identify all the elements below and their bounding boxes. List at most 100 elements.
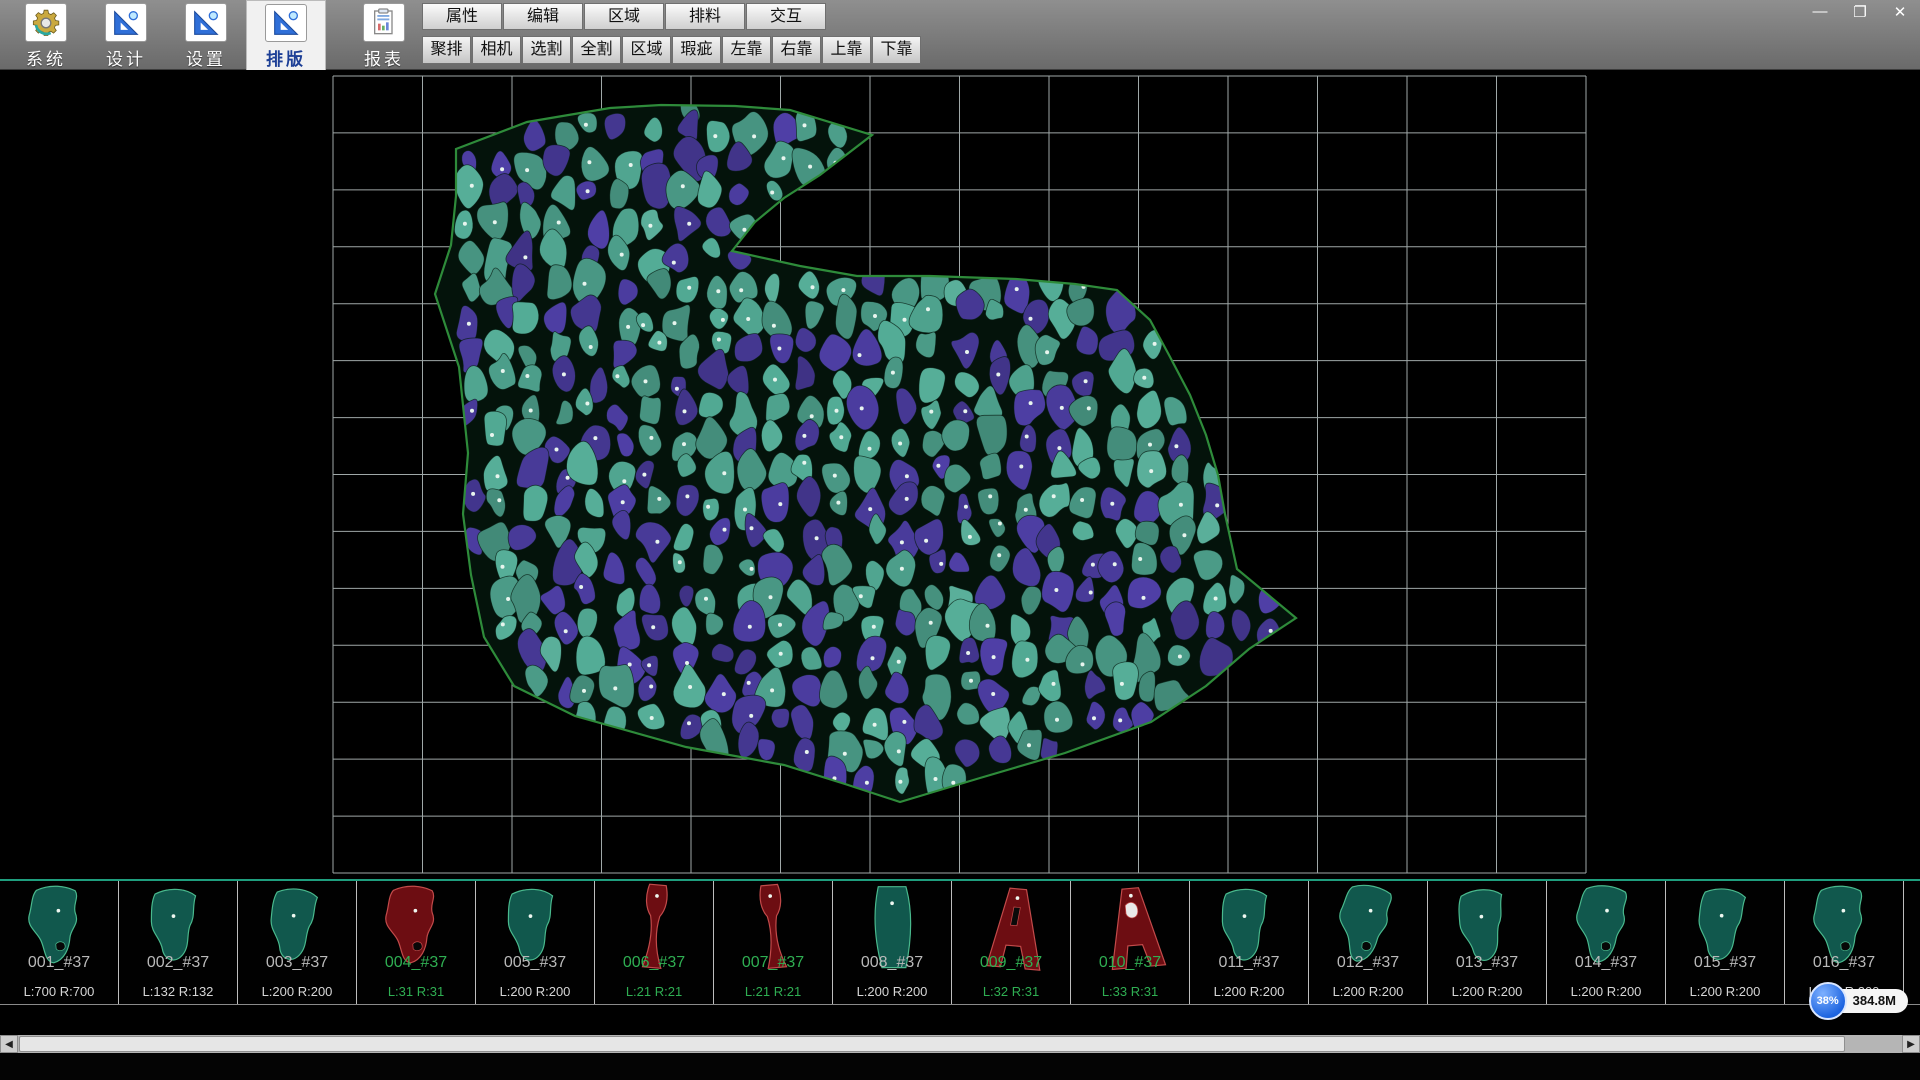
piece-shape: [1319, 883, 1419, 975]
tool-button-align-left[interactable]: 左靠: [722, 36, 771, 64]
piece-thumbnail-005[interactable]: 005_#37 L:200 R:200: [476, 881, 595, 1004]
tool-button-select-cut[interactable]: 选割: [522, 36, 571, 64]
piece-lr-count: L:21 R:21: [714, 984, 832, 999]
piece-shape: [1081, 883, 1181, 975]
strip-gap: [0, 1006, 1920, 1035]
piece-thumbnail-009[interactable]: 009_#37 L:32 R:31: [952, 881, 1071, 1004]
piece-shape: [605, 883, 705, 975]
scroll-right-arrow-icon[interactable]: ▶: [1902, 1035, 1920, 1053]
menu-tab-edit[interactable]: 编辑: [503, 3, 583, 30]
piece-shape: [10, 883, 110, 975]
progress-value: 38%: [1817, 995, 1839, 1007]
piece-shape: [843, 883, 943, 975]
piece-lr-count: L:32 R:31: [952, 984, 1070, 999]
menu-tab-interaction[interactable]: 交互: [746, 3, 826, 30]
piece-thumbnail-013[interactable]: 013_#37 L:200 R:200: [1428, 881, 1547, 1004]
tool-button-align-right[interactable]: 右靠: [772, 36, 821, 64]
piece-lr-count: L:31 R:31: [357, 984, 475, 999]
piece-thumbnail-010[interactable]: 010_#37 L:33 R:31: [1071, 881, 1190, 1004]
tool-button-label: 聚排: [430, 41, 462, 58]
menu-tab-label: 交互: [770, 8, 802, 25]
mode-label: 设置: [186, 45, 226, 70]
tool-button-defect[interactable]: 瑕疵: [672, 36, 721, 64]
piece-shape: [1557, 883, 1657, 975]
menu-tab-bar: 属性 编辑 区域 排料 交互: [422, 0, 922, 32]
tool-button-label: 下靠: [880, 41, 912, 58]
piece-lr-count: L:200 R:200: [1547, 984, 1665, 999]
tool-button-cut-all[interactable]: 全割: [572, 36, 621, 64]
piece-strip: 001_#37 L:700 R:700 002_#37 L:132 R:132 …: [0, 879, 1920, 1005]
nesting-canvas[interactable]: [0, 70, 1920, 879]
piece-thumbnail-014[interactable]: 014_#37 L:200 R:200: [1547, 881, 1666, 1004]
menu-tab-label: 编辑: [527, 8, 559, 25]
horizontal-scrollbar[interactable]: ◀ ▶: [0, 1035, 1920, 1053]
menu-tab-label: 属性: [446, 8, 478, 25]
mode-button-system[interactable]: 系统: [6, 0, 86, 70]
menu-tab-region[interactable]: 区域: [584, 3, 664, 30]
tool-button-label: 区域: [630, 41, 662, 58]
status-badge: 38% 384.8M: [1809, 982, 1908, 1020]
piece-thumbnail-011[interactable]: 011_#37 L:200 R:200: [1190, 881, 1309, 1004]
piece-thumbnail-002[interactable]: 002_#37 L:132 R:132: [119, 881, 238, 1004]
mode-button-design[interactable]: 设计: [86, 0, 166, 70]
tool-button-label: 全割: [580, 41, 612, 58]
piece-thumbnail-003[interactable]: 003_#37 L:200 R:200: [238, 881, 357, 1004]
tool-button-align-top[interactable]: 上靠: [822, 36, 871, 64]
tool-button-align-bottom[interactable]: 下靠: [872, 36, 921, 64]
scrollbar-thumb[interactable]: [19, 1036, 1845, 1052]
piece-lr-count: L:200 R:200: [1190, 984, 1308, 999]
piece-lr-count: L:200 R:200: [1309, 984, 1427, 999]
ruler-icon: [105, 3, 147, 42]
menu-tab-label: 排料: [689, 8, 721, 25]
piece-shape: [367, 883, 467, 975]
tool-button-label: 左靠: [730, 41, 762, 58]
tool-button-camera[interactable]: 相机: [472, 36, 521, 64]
tool-button-label: 上靠: [830, 41, 862, 58]
menu-tab-nesting[interactable]: 排料: [665, 3, 745, 30]
piece-thumbnail-015[interactable]: 015_#37 L:200 R:200: [1666, 881, 1785, 1004]
scroll-left-arrow-icon[interactable]: ◀: [0, 1035, 18, 1053]
mode-label: 排版: [266, 45, 306, 70]
window-controls: — ❐ ✕: [1810, 3, 1910, 21]
tool-button-cluster-nest[interactable]: 聚排: [422, 36, 471, 64]
piece-shape: [129, 883, 229, 975]
tool-button-label: 选割: [530, 41, 562, 58]
piece-shape: [962, 883, 1062, 975]
piece-shape: [724, 883, 824, 975]
minimize-button[interactable]: —: [1810, 3, 1830, 21]
piece-shape: [1795, 883, 1895, 975]
piece-thumbnail-012[interactable]: 012_#37 L:200 R:200: [1309, 881, 1428, 1004]
menu-tab-properties[interactable]: 属性: [422, 3, 502, 30]
piece-lr-count: L:200 R:200: [1428, 984, 1546, 999]
piece-lr-count: L:700 R:700: [0, 984, 118, 999]
piece-lr-count: L:200 R:200: [238, 984, 356, 999]
main-toolbar: 系统 设计 设置 排版 报表 属性: [0, 0, 1920, 70]
gear-icon: [25, 3, 67, 42]
ruler-icon: [265, 4, 307, 42]
piece-lr-count: L:132 R:132: [119, 984, 237, 999]
piece-lr-count: L:200 R:200: [833, 984, 951, 999]
piece-thumbnail-006[interactable]: 006_#37 L:21 R:21: [595, 881, 714, 1004]
piece-thumbnail-001[interactable]: 001_#37 L:700 R:700: [0, 881, 119, 1004]
tool-button-label: 瑕疵: [680, 41, 712, 58]
mode-button-report[interactable]: 报表: [344, 0, 424, 70]
piece-thumbnail-007[interactable]: 007_#37 L:21 R:21: [714, 881, 833, 1004]
piece-lr-count: L:21 R:21: [595, 984, 713, 999]
ruler-icon: [185, 3, 227, 42]
piece-lr-count: L:33 R:31: [1071, 984, 1189, 999]
maximize-button[interactable]: ❐: [1850, 3, 1870, 21]
mode-button-layout[interactable]: 排版: [246, 0, 326, 70]
close-button[interactable]: ✕: [1890, 3, 1910, 21]
app-window: 系统 设计 设置 排版 报表 属性: [0, 0, 1920, 1080]
mode-label: 报表: [364, 45, 404, 70]
nesting-canvas-area: [0, 70, 1920, 879]
piece-thumbnail-004[interactable]: 004_#37 L:31 R:31: [357, 881, 476, 1004]
mode-label: 系统: [26, 45, 66, 70]
progress-badge: 38%: [1809, 982, 1847, 1020]
mode-button-settings[interactable]: 设置: [166, 0, 246, 70]
mode-button-bar: 系统 设计 设置 排版 报表: [6, 0, 424, 70]
piece-thumbnail-008[interactable]: 008_#37 L:200 R:200: [833, 881, 952, 1004]
piece-shape: [1200, 883, 1300, 975]
tool-button-region[interactable]: 区域: [622, 36, 671, 64]
report-icon: [363, 3, 405, 42]
